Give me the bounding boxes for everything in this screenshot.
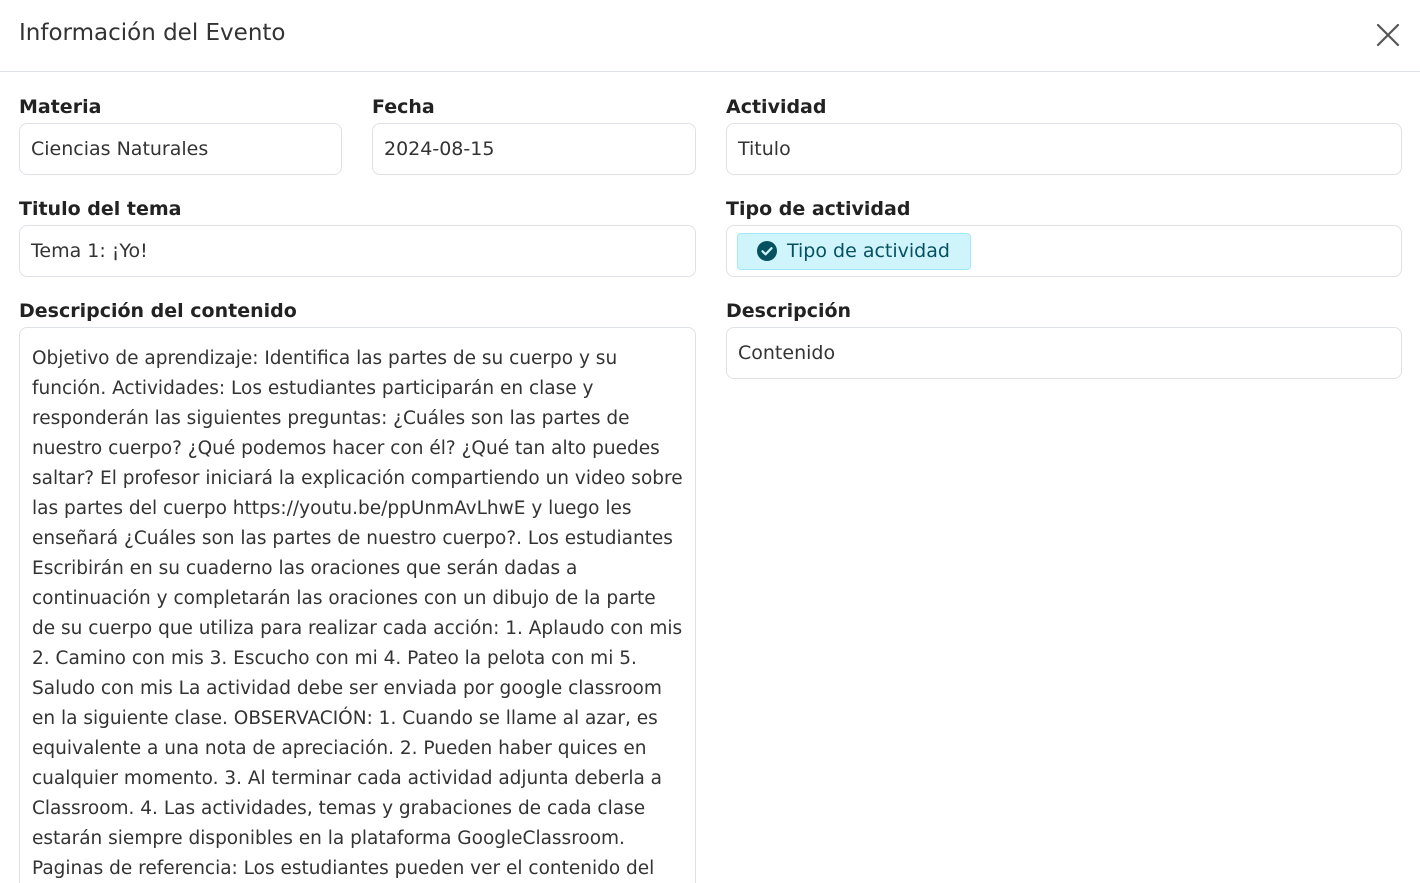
tipo-actividad-field[interactable]: Tipo de actividad: [726, 225, 1402, 277]
close-icon: [1376, 23, 1400, 46]
tipo-actividad-label: Tipo de actividad: [726, 198, 911, 220]
descripcion-field[interactable]: Contenido: [726, 327, 1402, 379]
descripcion-contenido-textarea[interactable]: Objetivo de aprendizaje: Identifica las …: [19, 327, 696, 883]
descripcion-label: Descripción: [726, 300, 852, 322]
descripcion-contenido-label: Descripción del contenido: [19, 300, 297, 322]
close-button[interactable]: [1370, 17, 1406, 53]
actividad-label: Actividad: [726, 96, 827, 118]
materia-label: Materia: [19, 96, 102, 118]
titulo-tema-field[interactable]: Tema 1: ¡Yo!: [19, 225, 696, 277]
materia-field[interactable]: Ciencias Naturales: [19, 123, 342, 175]
modal-title: Información del Evento: [19, 19, 286, 46]
check-circle-icon: [757, 241, 777, 261]
titulo-tema-label: Titulo del tema: [19, 198, 182, 220]
modal-header: Información del Evento: [0, 0, 1420, 72]
actividad-field[interactable]: Titulo: [726, 123, 1402, 175]
event-info-modal: Información del Evento Materia Ciencias …: [0, 0, 1420, 883]
tipo-actividad-chip[interactable]: Tipo de actividad: [737, 232, 971, 270]
fecha-field[interactable]: 2024-08-15: [372, 123, 696, 175]
tipo-actividad-chip-label: Tipo de actividad: [787, 240, 950, 262]
fecha-label: Fecha: [372, 96, 435, 118]
